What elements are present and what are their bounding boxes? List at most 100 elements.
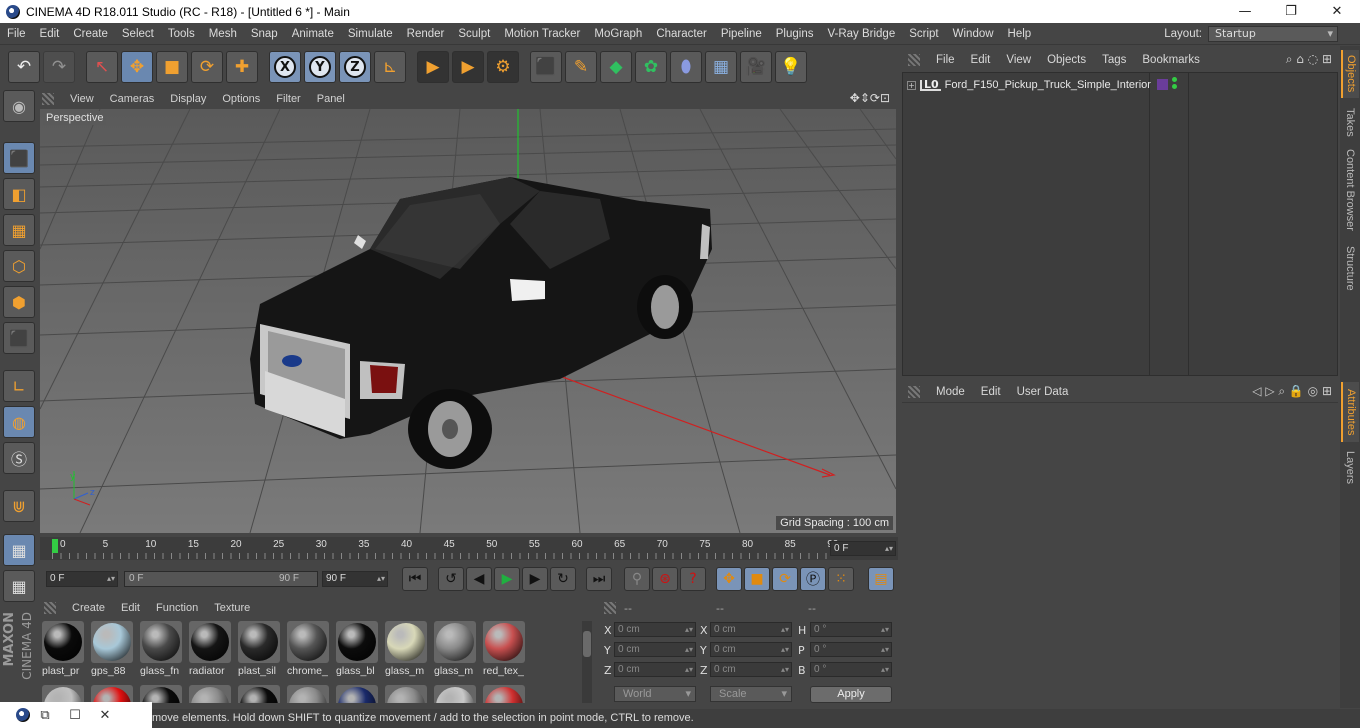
prev-key-button[interactable]: ↺ (438, 567, 464, 591)
timeline-window-icon[interactable]: ▤ (868, 567, 894, 591)
material-swatch[interactable] (481, 683, 527, 703)
material-swatch[interactable] (383, 683, 429, 703)
scale-tool-icon[interactable]: ■ (156, 51, 188, 83)
menu-mograph[interactable]: MoGraph (587, 28, 649, 40)
live-selection-icon[interactable]: ↖ (86, 51, 118, 83)
menu-help[interactable]: Help (1001, 28, 1039, 40)
viewport-menu-filter[interactable]: Filter (268, 93, 308, 105)
restore-icon[interactable]: ⧉ (30, 708, 60, 723)
menu-sculpt[interactable]: Sculpt (451, 28, 497, 40)
objects-menu-objects[interactable]: Objects (1039, 54, 1094, 66)
play-button[interactable]: ▶ (494, 567, 520, 591)
material-scrollbar[interactable] (582, 621, 592, 703)
material-swatch[interactable]: red_tex_ (481, 619, 527, 681)
attributes-menu-user-data[interactable]: User Data (1009, 386, 1077, 398)
current-frame-field[interactable]: 0 F ▴▾ (830, 541, 896, 556)
objects-menu-bookmarks[interactable]: Bookmarks (1134, 54, 1208, 66)
menu-simulate[interactable]: Simulate (341, 28, 400, 40)
position-y-field[interactable]: 0 cm ▴▾ (614, 642, 696, 657)
edges-mode-icon[interactable]: ⬢ (3, 286, 35, 318)
object-row[interactable]: + L0 Ford_F150_Pickup_Truck_Simple_Inter… (903, 75, 1337, 95)
planar-workplane-icon[interactable]: ▦ (3, 570, 35, 602)
tab-content-browser[interactable]: Content Browser (1341, 146, 1359, 234)
next-frame-button[interactable]: ▶ (522, 567, 548, 591)
size-y-field[interactable]: 0 cm ▴▾ (710, 642, 792, 657)
attributes-menu-edit[interactable]: Edit (973, 386, 1009, 398)
move-tool-icon[interactable]: ✥ (121, 51, 153, 83)
light-icon[interactable]: 💡 (775, 51, 807, 83)
deformer-icon[interactable]: ⬮ (670, 51, 702, 83)
apply-button[interactable]: Apply (810, 686, 892, 703)
camera-icon[interactable]: 🎥 (740, 51, 772, 83)
attributes-menu-mode[interactable]: Mode (928, 386, 973, 398)
panel-grip[interactable] (44, 602, 56, 614)
minimize-button[interactable]: — (1222, 0, 1268, 23)
render-view-icon[interactable]: ▶ (417, 51, 449, 83)
goto-start-button[interactable]: ⏮ (402, 567, 428, 591)
objects-menu-edit[interactable]: Edit (963, 54, 999, 66)
menu-window[interactable]: Window (946, 28, 1001, 40)
layout-dropdown[interactable]: Startup (1208, 26, 1338, 42)
tab-takes[interactable]: Takes (1341, 104, 1359, 140)
menu-select[interactable]: Select (115, 28, 161, 40)
objects-menu-file[interactable]: File (928, 54, 963, 66)
close-button[interactable]: ✕ (1314, 0, 1360, 23)
material-swatch[interactable] (432, 683, 478, 703)
points-mode-icon[interactable]: ⬡ (3, 250, 35, 282)
model-mode-icon[interactable]: ⬛ (3, 142, 35, 174)
menu-mesh[interactable]: Mesh (202, 28, 244, 40)
maximize-icon[interactable]: ☐ (60, 708, 90, 723)
record-parameter-icon[interactable]: Ⓟ (800, 567, 826, 591)
tab-layers[interactable]: Layers (1341, 448, 1359, 488)
cube-primitive-icon[interactable]: ⬛ (530, 51, 562, 83)
undo-button[interactable]: ↶ (8, 51, 40, 83)
recent-tool-icon[interactable]: ✚ (226, 51, 258, 83)
tweak-mode-icon[interactable]: ◍ (3, 406, 35, 438)
end-frame-field[interactable]: 90 F ▴▾ (322, 571, 388, 587)
workplane-mode-icon[interactable]: ▦ (3, 214, 35, 246)
y-axis-lock-button[interactable]: Y (304, 51, 336, 83)
material-swatch[interactable]: plast_pr (40, 619, 86, 681)
tab-attributes[interactable]: Attributes (1341, 382, 1359, 442)
viewport-menu-cameras[interactable]: Cameras (102, 93, 163, 105)
redo-button[interactable]: ↷ (43, 51, 75, 83)
material-swatch[interactable]: radiator (187, 619, 233, 681)
menu-snap[interactable]: Snap (244, 28, 285, 40)
menu-file[interactable]: File (0, 28, 33, 40)
material-swatch[interactable]: glass_m (383, 619, 429, 681)
tab-objects[interactable]: Objects (1341, 50, 1359, 98)
record-point-level-icon[interactable]: ⁙ (828, 567, 854, 591)
material-swatch[interactable]: plast_sil (236, 619, 282, 681)
tab-structure[interactable]: Structure (1341, 240, 1359, 296)
polygons-mode-icon[interactable]: ⬛ (3, 322, 35, 354)
pen-spline-icon[interactable]: ✎ (565, 51, 597, 83)
objects-menu-tags[interactable]: Tags (1094, 54, 1134, 66)
start-frame-field[interactable]: 0 F ▴▾ (46, 571, 118, 587)
material-menu-edit[interactable]: Edit (113, 602, 148, 614)
menu-edit[interactable]: Edit (33, 28, 67, 40)
menu-pipeline[interactable]: Pipeline (714, 28, 769, 40)
material-swatch[interactable] (334, 683, 380, 703)
perspective-viewport[interactable]: y z Perspective Grid Spacing : 100 cm (40, 109, 896, 533)
cloner-icon[interactable]: ✿ (635, 51, 667, 83)
viewport-menu-view[interactable]: View (62, 93, 102, 105)
maximize-button[interactable]: ❐ (1268, 0, 1314, 23)
material-swatch[interactable]: glass_bl (334, 619, 380, 681)
viewport-menu-display[interactable]: Display (162, 93, 214, 105)
magnet-icon[interactable]: ⋓ (3, 490, 35, 522)
preview-range-slider[interactable]: 0 F 90 F (124, 571, 318, 587)
objects-toolbar-icons[interactable]: ⌕ ⌂ ◌ ⊞ (1286, 52, 1332, 67)
prev-frame-button[interactable]: ◀ (466, 567, 492, 591)
viewport-navigation-icons[interactable]: ✥⇕⟳⊡ (850, 91, 890, 105)
material-menu-function[interactable]: Function (148, 602, 206, 614)
material-swatch[interactable]: chrome_ (285, 619, 331, 681)
panel-grip[interactable] (908, 385, 920, 398)
menu-script[interactable]: Script (902, 28, 945, 40)
texture-mode-icon[interactable]: ◧ (3, 178, 35, 210)
menu-vray-bridge[interactable]: V-Ray Bridge (820, 28, 902, 40)
goto-end-button[interactable]: ⏭ (586, 567, 612, 591)
material-swatch[interactable] (187, 683, 233, 703)
size-mode-dropdown[interactable]: Scale (710, 686, 792, 702)
panel-grip[interactable] (604, 602, 616, 614)
viewport-menu-panel[interactable]: Panel (309, 93, 353, 105)
